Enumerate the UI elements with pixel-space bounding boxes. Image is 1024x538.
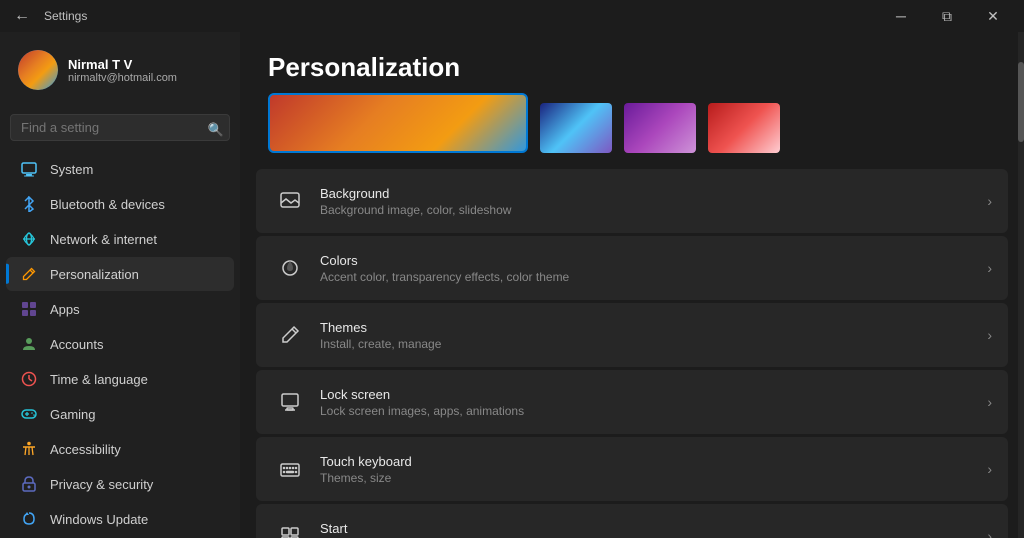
sidebar-item-label-system: System [50,162,93,177]
page-title: Personalization [268,52,996,83]
scrollbar-thumb[interactable] [1018,62,1024,142]
user-name: Nirmal T V [68,57,177,72]
sidebar-item-system[interactable]: System [6,152,234,186]
search-input[interactable] [10,114,230,141]
window-controls: ─ ⧉ ✕ [878,0,1016,32]
theme-thumb-3[interactable] [708,103,780,153]
sidebar-item-label-apps: Apps [50,302,80,317]
sidebar-item-time[interactable]: Time & language [6,362,234,396]
themes-title: Themes [320,320,987,335]
colors-chevron: › [987,260,992,276]
time-icon [20,370,38,388]
settings-item-background[interactable]: Background Background image, color, slid… [256,169,1008,233]
back-button[interactable]: ← [8,2,36,30]
lockscreen-desc: Lock screen images, apps, animations [320,404,987,418]
sidebar-item-privacy[interactable]: Privacy & security [6,467,234,501]
start-chevron: › [987,528,992,538]
sidebar-item-accessibility[interactable]: Accessibility [6,432,234,466]
colors-desc: Accent color, transparency effects, colo… [320,270,987,284]
background-icon [272,183,308,219]
theme-thumb-2[interactable] [624,103,696,153]
touchkeyboard-icon [272,451,308,487]
colors-text: Colors Accent color, transparency effect… [320,253,987,284]
accounts-icon [20,335,38,353]
bluetooth-icon [20,195,38,213]
themes-desc: Install, create, manage [320,337,987,351]
start-icon [272,518,308,538]
sidebar-item-label-privacy: Privacy & security [50,477,153,492]
sidebar-item-label-personalization: Personalization [50,267,139,282]
settings-item-start[interactable]: Start Recent apps and items, folders › [256,504,1008,538]
start-title: Start [320,521,987,536]
sidebar-item-accounts[interactable]: Accounts [6,327,234,361]
apps-icon [20,300,38,318]
sidebar: Nirmal T V nirmaltv@hotmail.com 🔍 System… [0,32,240,538]
background-chevron: › [987,193,992,209]
title-bar-left: ← Settings [8,2,87,30]
search-container: 🔍 [0,108,240,151]
theme-thumb-1[interactable] [540,103,612,153]
page-header: Personalization [240,32,1024,93]
content-area: Personalization Background Background im… [240,32,1024,538]
user-email: nirmaltv@hotmail.com [68,72,177,84]
lockscreen-icon [272,384,308,420]
sidebar-item-update[interactable]: Windows Update [6,502,234,536]
restore-button[interactable]: ⧉ [924,0,970,32]
settings-item-colors[interactable]: Colors Accent color, transparency effect… [256,236,1008,300]
touchkeyboard-chevron: › [987,461,992,477]
minimize-button[interactable]: ─ [878,0,924,32]
sidebar-item-personalization[interactable]: Personalization [6,257,234,291]
system-icon [20,160,38,178]
app-body: Nirmal T V nirmaltv@hotmail.com 🔍 System… [0,32,1024,538]
app-title: Settings [44,9,87,23]
sidebar-item-label-update: Windows Update [50,512,148,527]
title-bar: ← Settings ─ ⧉ ✕ [0,0,1024,32]
touchkeyboard-desc: Themes, size [320,471,987,485]
sidebar-item-gaming[interactable]: Gaming [6,397,234,431]
sidebar-item-network[interactable]: Network & internet [6,222,234,256]
sidebar-item-label-gaming: Gaming [50,407,96,422]
scrollbar-track[interactable] [1018,32,1024,538]
background-title: Background [320,186,987,201]
touchkeyboard-title: Touch keyboard [320,454,987,469]
sidebar-item-label-bluetooth: Bluetooth & devices [50,197,165,212]
settings-list: Background Background image, color, slid… [240,169,1024,538]
lockscreen-text: Lock screen Lock screen images, apps, an… [320,387,987,418]
background-desc: Background image, color, slideshow [320,203,987,217]
settings-item-themes[interactable]: Themes Install, create, manage › [256,303,1008,367]
network-icon [20,230,38,248]
colors-title: Colors [320,253,987,268]
lockscreen-chevron: › [987,394,992,410]
sidebar-item-bluetooth[interactable]: Bluetooth & devices [6,187,234,221]
background-text: Background Background image, color, slid… [320,186,987,217]
settings-item-touchkeyboard[interactable]: Touch keyboard Themes, size › [256,437,1008,501]
sidebar-nav: System Bluetooth & devices Network & int… [0,151,240,537]
settings-item-lockscreen[interactable]: Lock screen Lock screen images, apps, an… [256,370,1008,434]
themes-chevron: › [987,327,992,343]
sidebar-item-apps[interactable]: Apps [6,292,234,326]
sidebar-item-label-network: Network & internet [50,232,157,247]
sidebar-item-label-accessibility: Accessibility [50,442,121,457]
themes-text: Themes Install, create, manage [320,320,987,351]
lockscreen-title: Lock screen [320,387,987,402]
update-icon [20,510,38,528]
gaming-icon [20,405,38,423]
theme-preview [240,93,1024,169]
themes-icon [272,317,308,353]
sidebar-item-label-accounts: Accounts [50,337,103,352]
personalization-icon [20,265,38,283]
colors-icon [272,250,308,286]
close-button[interactable]: ✕ [970,0,1016,32]
user-profile[interactable]: Nirmal T V nirmaltv@hotmail.com [6,36,234,104]
theme-main-preview[interactable] [268,93,528,153]
privacy-icon [20,475,38,493]
user-info: Nirmal T V nirmaltv@hotmail.com [68,57,177,84]
touchkeyboard-text: Touch keyboard Themes, size [320,454,987,485]
sidebar-item-label-time: Time & language [50,372,148,387]
start-text: Start Recent apps and items, folders [320,521,987,538]
accessibility-icon [20,440,38,458]
avatar [18,50,58,90]
